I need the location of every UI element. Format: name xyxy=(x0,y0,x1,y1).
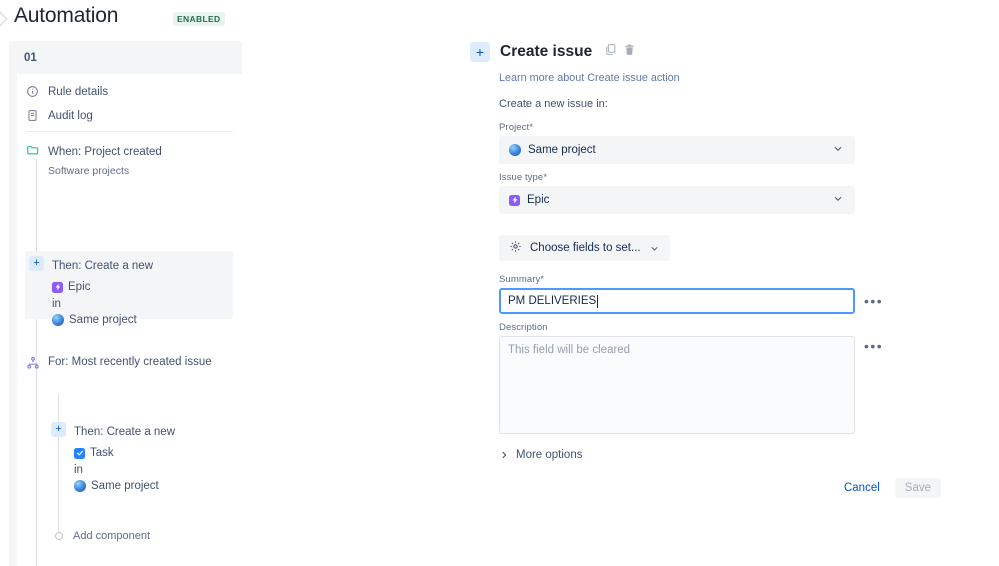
folder-icon xyxy=(26,143,40,157)
panel-header: + Create issue xyxy=(470,42,970,62)
action-config-panel: + Create issue Learn more about Create i… xyxy=(470,42,970,498)
document-icon xyxy=(26,109,39,122)
description-textarea[interactable]: This field will be cleared xyxy=(499,336,855,434)
tree-node-subtitle: Software projects xyxy=(48,165,130,177)
tree-node-title: For: Most recently created issue xyxy=(48,356,212,368)
description-label: Description xyxy=(499,322,548,333)
tree-node-nested-action[interactable]: + Then: Create a new Task in Same projec… xyxy=(51,422,231,497)
sidebar-item-rule-details[interactable]: Rule details xyxy=(26,85,108,98)
status-badge: ENABLED xyxy=(173,12,225,26)
issue-type-chip: Epic xyxy=(52,280,90,295)
destination-chip: Same project xyxy=(52,313,137,328)
sidebar-item-label: Rule details xyxy=(48,85,109,98)
add-action-icon[interactable]: + xyxy=(470,42,490,62)
tree-node-title: Then: Create a new xyxy=(74,426,176,438)
more-options-toggle[interactable]: More options xyxy=(499,447,582,465)
epic-icon xyxy=(52,281,63,293)
panel-title: Create issue xyxy=(500,43,593,60)
copy-icon[interactable] xyxy=(604,43,617,61)
add-component-dot-icon xyxy=(55,532,63,540)
choose-fields-label: Choose fields to set... xyxy=(530,242,641,254)
destination-label: Same project xyxy=(69,313,137,326)
choose-fields-wrapper: Choose fields to set... xyxy=(499,235,670,261)
branch-icon xyxy=(26,356,40,370)
tree-node-title: Then: Create a new xyxy=(52,260,154,272)
summary-input[interactable]: PM DELIVERIES xyxy=(499,288,855,314)
gear-icon xyxy=(509,240,522,256)
tree-node-branch[interactable]: For: Most recently created issue xyxy=(26,355,216,370)
description-placeholder: This field will be cleared xyxy=(508,344,631,356)
issue-type-value: Epic xyxy=(527,194,550,206)
project-field: Project* Same project xyxy=(499,122,855,164)
add-action-icon[interactable]: + xyxy=(29,256,44,271)
panel-footer: Cancel Save xyxy=(837,478,941,498)
chevron-right-icon[interactable] xyxy=(0,8,14,30)
ellipsis-icon[interactable]: ••• xyxy=(864,339,883,353)
learn-more-link[interactable]: Learn more about Create issue action xyxy=(499,72,680,84)
issue-type-chip: Task xyxy=(74,446,114,461)
globe-icon xyxy=(74,479,86,492)
cancel-button[interactable]: Cancel xyxy=(837,478,887,498)
text-cursor xyxy=(596,294,598,308)
ellipsis-icon[interactable]: ••• xyxy=(864,294,883,308)
page-header: Automation ENABLED xyxy=(0,0,999,36)
sidebar-item-audit-log[interactable]: Audit log xyxy=(26,109,93,122)
epic-icon xyxy=(509,194,520,206)
rule-card: 01 Rule details Audit log When: Project … xyxy=(9,41,242,566)
rule-number: 01 xyxy=(24,52,37,64)
destination-chip: Same project xyxy=(74,479,159,494)
more-options-label: More options xyxy=(516,449,583,461)
section-label: Create a new issue in: xyxy=(499,98,608,110)
chevron-down-icon[interactable] xyxy=(832,193,844,208)
connector-label: in xyxy=(74,464,83,476)
add-component-nested-button[interactable]: Add component xyxy=(55,530,150,542)
chevron-down-icon[interactable] xyxy=(649,243,660,254)
project-value: Same project xyxy=(528,144,596,156)
tree-node-title: When: Project created xyxy=(48,146,162,158)
issue-type-label: Epic xyxy=(68,280,91,293)
globe-icon xyxy=(509,144,521,156)
summary-value: PM DELIVERIES xyxy=(508,295,597,307)
rule-body: Rule details Audit log When: Project cre… xyxy=(17,74,242,566)
tree-node-trigger[interactable]: When: Project created Software projects xyxy=(26,142,226,179)
connector-label: in xyxy=(52,298,61,310)
globe-icon xyxy=(52,313,64,326)
issue-type-label: Issue type* xyxy=(499,172,548,183)
chevron-right-icon xyxy=(499,450,509,460)
automation-rule-editor: Automation ENABLED 01 Rule details Audit… xyxy=(0,0,999,566)
task-icon xyxy=(74,447,85,459)
summary-label: Summary* xyxy=(499,274,545,285)
sidebar-item-label: Audit log xyxy=(48,109,93,122)
choose-fields-button[interactable]: Choose fields to set... xyxy=(499,235,670,261)
project-label: Project* xyxy=(499,122,534,133)
page-title: Automation xyxy=(14,4,119,27)
save-button[interactable]: Save xyxy=(894,478,941,498)
info-circle-icon xyxy=(26,85,39,98)
add-action-icon[interactable]: + xyxy=(51,422,66,437)
project-select[interactable]: Same project xyxy=(499,136,855,164)
chevron-down-icon[interactable] xyxy=(832,143,844,158)
issue-type-label: Task xyxy=(90,446,114,459)
issue-type-select[interactable]: Epic xyxy=(499,186,855,214)
tree-node-action[interactable]: + Then: Create a new Epic in Same projec… xyxy=(29,256,229,331)
summary-field: Summary* PM DELIVERIES ••• xyxy=(499,274,883,314)
description-field: Description This field will be cleared •… xyxy=(499,322,883,434)
add-component-label: Add component xyxy=(73,530,151,542)
trash-icon[interactable] xyxy=(623,43,636,61)
issue-type-field: Issue type* Epic xyxy=(499,172,855,214)
divider xyxy=(26,131,233,132)
destination-label: Same project xyxy=(91,479,159,492)
